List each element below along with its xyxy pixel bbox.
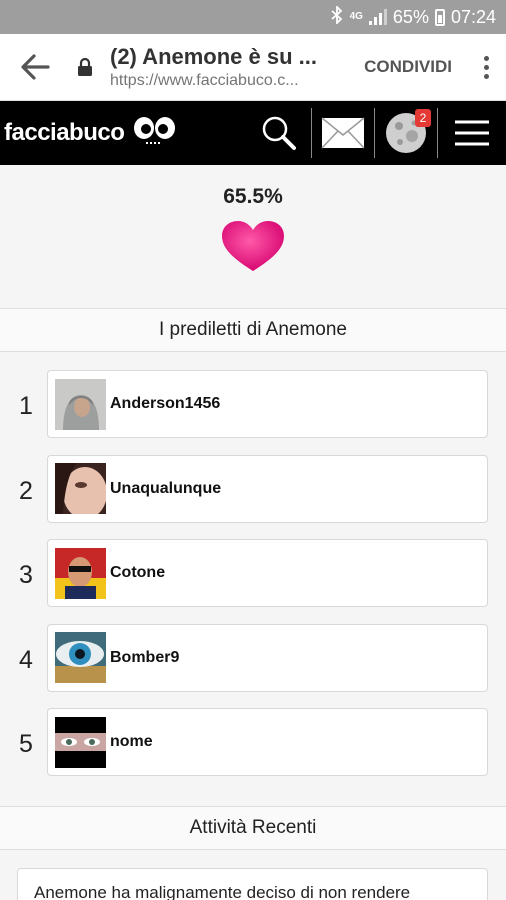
list-item: 2 Unaqualunque <box>0 454 506 540</box>
list-item: 4 Bomber9 <box>0 623 506 709</box>
avatar[interactable] <box>55 378 106 430</box>
logo-text: facciabuco <box>4 119 125 146</box>
eyes-logo-icon <box>134 117 176 144</box>
status-bar: 4G 65% 07:24 <box>0 0 506 34</box>
site-logo[interactable]: facciabuco <box>0 101 178 165</box>
battery-icon <box>434 8 445 26</box>
address-bar[interactable]: (2) Anemone è su ... https://www.facciab… <box>100 44 350 90</box>
hamburger-icon <box>455 120 489 146</box>
activity-item[interactable]: Anemone ha malignamente deciso di non re… <box>17 868 488 900</box>
activity-title: Attività Recenti <box>189 817 317 838</box>
page-title: (2) Anemone è su ... <box>110 44 318 69</box>
favorite-name[interactable]: Anderson1456 <box>110 395 220 413</box>
favorite-name[interactable]: Unaqualunque <box>110 480 221 498</box>
rank-number: 3 <box>19 561 33 589</box>
search-button[interactable] <box>247 101 311 165</box>
score-value: 65.5% <box>223 185 283 208</box>
avatar[interactable] <box>55 716 106 768</box>
profile-content: 65.5% I prediletti di Anemone 1 Anderson… <box>0 165 506 900</box>
favorite-card[interactable]: Anderson1456 <box>47 370 488 438</box>
avatar[interactable] <box>55 547 106 599</box>
site-header: facciabuco 2 <box>0 101 506 165</box>
favorite-name[interactable]: Bomber9 <box>110 649 179 667</box>
list-item: 5 nome <box>0 708 506 793</box>
activity-text: Anemone ha malignamente deciso di non re… <box>34 883 411 900</box>
favorite-card[interactable]: nome <box>47 708 488 776</box>
rank-number: 5 <box>19 730 33 758</box>
browser-toolbar: (2) Anemone è su ... https://www.facciab… <box>0 34 506 101</box>
rank-number: 2 <box>19 476 33 505</box>
messages-button[interactable] <box>312 101 374 165</box>
favorites-header: I prediletti di Anemone <box>0 308 506 352</box>
heart-icon[interactable] <box>220 219 286 273</box>
rank-number: 4 <box>19 645 33 674</box>
avatar[interactable] <box>55 463 106 514</box>
activity-header: Attività Recenti <box>0 806 506 850</box>
favorite-name[interactable]: nome <box>110 733 153 751</box>
arrow-left-icon <box>21 54 50 80</box>
rank-number: 1 <box>19 392 33 420</box>
favorite-card[interactable]: Unaqualunque <box>47 454 488 523</box>
share-button[interactable]: CONDIVIDI <box>350 57 466 77</box>
more-options-icon[interactable] <box>466 55 506 79</box>
favorites-title: I prediletti di Anemone <box>158 319 347 340</box>
envelope-icon <box>321 117 365 149</box>
notifications-button[interactable]: 2 <box>375 101 437 165</box>
menu-button[interactable] <box>438 101 506 165</box>
back-button[interactable] <box>0 34 70 101</box>
lock-icon[interactable] <box>70 57 100 77</box>
battery-percent: 65% <box>392 6 429 27</box>
notification-badge: 2 <box>415 109 431 127</box>
list-item: 3 Cotone <box>0 539 506 624</box>
favorites-list: 1 Anderson1456 2 Unaqualunque 3 Cotone 4… <box>0 370 506 793</box>
network-type: 4G <box>349 11 363 22</box>
page-url: https://www.facciabuco.c... <box>110 72 299 89</box>
favorite-name[interactable]: Cotone <box>110 564 165 582</box>
list-item: 1 Anderson1456 <box>0 370 506 455</box>
clock: 07:24 <box>450 6 496 27</box>
avatar[interactable] <box>55 632 106 683</box>
signal-icon <box>368 9 387 25</box>
bluetooth-icon <box>330 4 344 29</box>
favorite-card[interactable]: Cotone <box>47 539 488 607</box>
favorite-card[interactable]: Bomber9 <box>47 623 488 692</box>
search-icon <box>262 116 296 150</box>
